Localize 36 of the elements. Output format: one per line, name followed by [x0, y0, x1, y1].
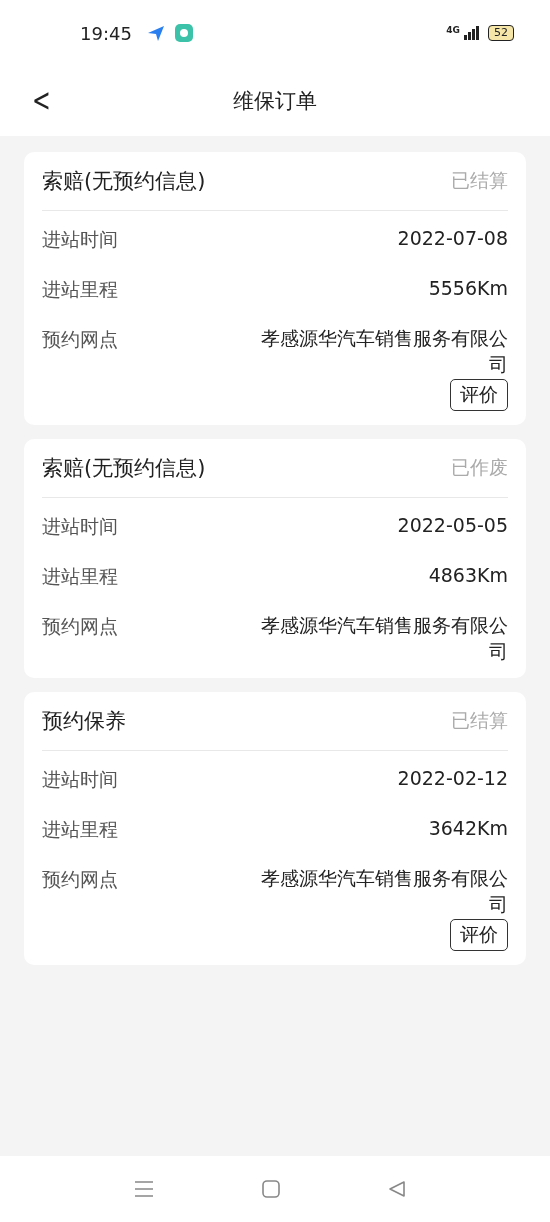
signal-icon — [464, 26, 480, 40]
field-label: 进站里程 — [42, 817, 118, 842]
field-label: 预约网点 — [42, 614, 118, 639]
status-time: 19:45 — [80, 22, 132, 44]
page-title: 维保订单 — [233, 88, 317, 115]
back-button[interactable]: < — [27, 80, 55, 120]
field-label: 进站时间 — [42, 227, 118, 252]
field-label: 进站时间 — [42, 514, 118, 539]
field-value: 3642Km — [428, 816, 508, 841]
field-value: 5556Km — [428, 276, 508, 301]
field-label: 进站里程 — [42, 277, 118, 302]
field-value: 孝感源华汽车销售服务有限公司 — [260, 866, 508, 917]
field-label: 预约网点 — [42, 867, 118, 892]
menu-icon[interactable] — [134, 1180, 154, 1198]
order-status: 已作废 — [451, 455, 508, 480]
order-type: 预约保养 — [42, 708, 126, 735]
field-value: 2022-02-12 — [397, 766, 508, 791]
order-type: 索赔(无预约信息) — [42, 455, 206, 482]
field-value: 4863Km — [428, 563, 508, 588]
field-value: 2022-05-05 — [397, 513, 508, 538]
battery-indicator: 52 — [488, 25, 514, 41]
order-type: 索赔(无预约信息) — [42, 168, 206, 195]
rate-button[interactable]: 评价 — [450, 379, 508, 411]
order-status: 已结算 — [451, 708, 508, 733]
home-icon[interactable] — [262, 1180, 280, 1198]
field-label: 进站时间 — [42, 767, 118, 792]
app-icon — [173, 23, 194, 43]
field-label: 进站里程 — [42, 564, 118, 589]
field-value: 孝感源华汽车销售服务有限公司 — [260, 326, 508, 377]
field-label: 预约网点 — [42, 327, 118, 352]
network-type: 4G — [446, 25, 460, 35]
back-icon[interactable] — [388, 1180, 406, 1198]
order-status: 已结算 — [451, 168, 508, 193]
field-value: 2022-07-08 — [397, 226, 508, 251]
rate-button[interactable]: 评价 — [450, 919, 508, 951]
field-value: 孝感源华汽车销售服务有限公司 — [260, 613, 508, 664]
